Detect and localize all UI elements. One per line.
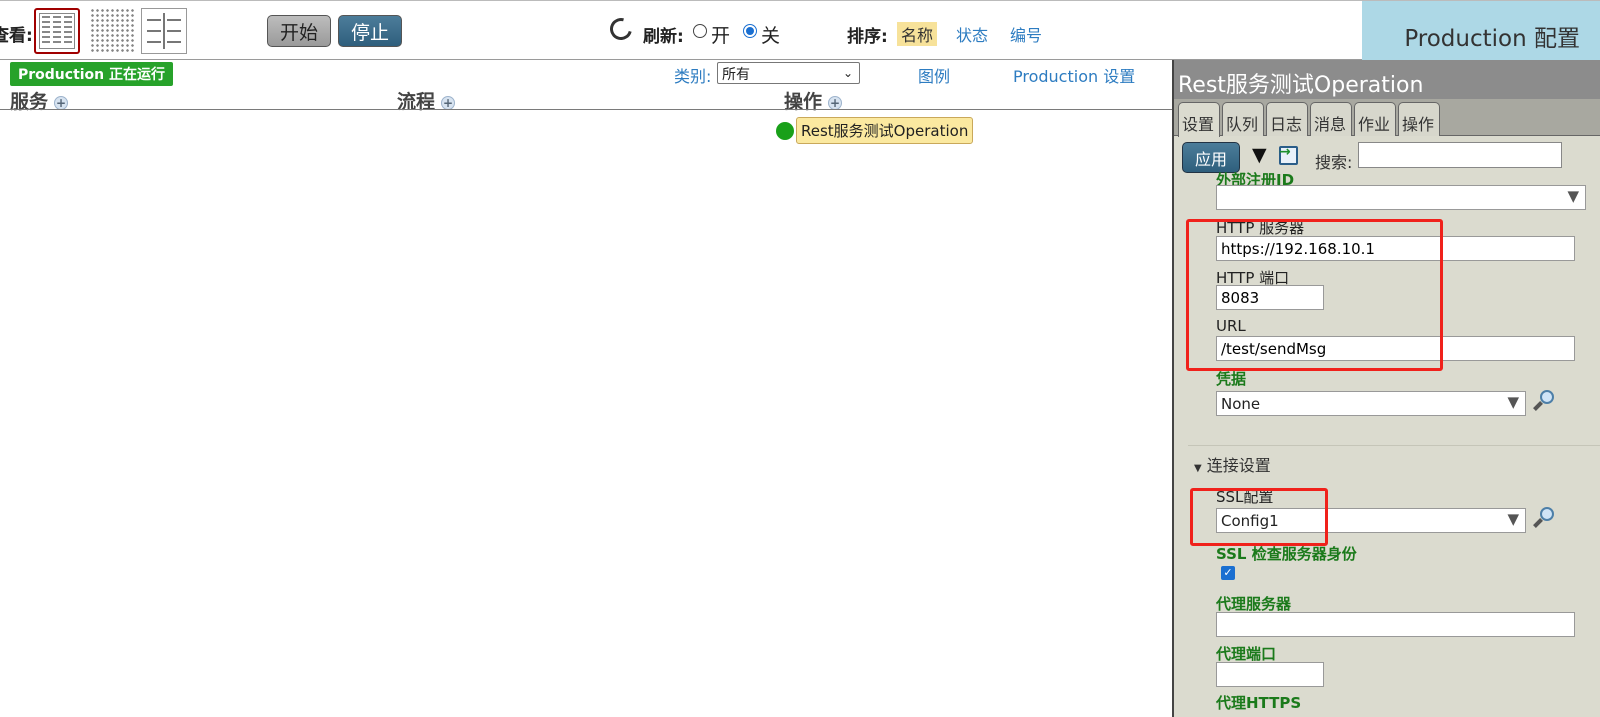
- refresh-icon[interactable]: [605, 13, 637, 45]
- category-label: 类别:: [674, 67, 712, 86]
- add-operation-icon[interactable]: +: [828, 95, 843, 110]
- http-server-input[interactable]: [1216, 236, 1575, 261]
- panel-title: Rest服务测试Operation: [1174, 60, 1600, 99]
- category-select-value: 所有: [722, 67, 750, 83]
- http-port-input[interactable]: [1216, 285, 1324, 310]
- credentials-value: None: [1221, 395, 1261, 413]
- proxy-server-label: 代理服务器: [1216, 595, 1292, 613]
- sort-by-status[interactable]: 状态: [956, 22, 988, 46]
- proxy-port-label: 代理端口: [1216, 645, 1277, 663]
- filter-arrow-icon[interactable]: ▼: [1252, 144, 1267, 166]
- credentials-search-icon[interactable]: [1532, 390, 1556, 414]
- add-service-icon[interactable]: +: [54, 95, 69, 110]
- view-grid-icon[interactable]: [90, 8, 136, 54]
- ssl-config-label: SSL配置: [1216, 488, 1274, 506]
- ssl-config-value: Config1: [1221, 512, 1279, 530]
- dropdown-arrow-icon: ▼: [1507, 510, 1519, 528]
- tab-messages[interactable]: 消息: [1310, 102, 1352, 136]
- operation-item-label[interactable]: Rest服务测试Operation: [796, 117, 974, 144]
- running-status-badge: Production 正在运行: [10, 62, 174, 86]
- tab-log[interactable]: 日志: [1266, 102, 1308, 136]
- url-label: URL: [1216, 317, 1246, 335]
- http-server-label: HTTP 服务器: [1216, 219, 1305, 237]
- panel-tabs: 设置 队列 日志 消息 作业 操作: [1174, 99, 1600, 137]
- add-process-icon[interactable]: +: [441, 95, 456, 110]
- production-config-header: Production 配置: [1362, 1, 1600, 61]
- url-input[interactable]: [1216, 336, 1575, 361]
- external-registry-id-select[interactable]: ▼: [1216, 185, 1586, 210]
- settings-panel: Rest服务测试Operation 设置 队列 日志 消息 作业 操作 应用 ▼…: [1172, 60, 1600, 717]
- tab-actions[interactable]: 操作: [1398, 102, 1440, 136]
- credentials-label: 凭据: [1216, 370, 1247, 388]
- tab-settings[interactable]: 设置: [1178, 102, 1220, 137]
- refresh-off-label[interactable]: 关: [761, 21, 780, 48]
- sort-by-name[interactable]: 名称: [897, 22, 938, 46]
- ssl-verify-server-label: SSL 检查服务器身份: [1216, 545, 1357, 563]
- refresh-label: 刷新:: [643, 27, 684, 47]
- operation-item[interactable]: Rest服务测试Operation: [776, 117, 974, 144]
- ssl-verify-server-checkbox[interactable]: ✓: [1221, 566, 1235, 580]
- export-icon[interactable]: [1279, 144, 1298, 165]
- search-input[interactable]: [1358, 142, 1562, 168]
- dropdown-arrow-icon: ▼: [1507, 393, 1519, 411]
- collapse-triangle-icon: ▼: [1194, 463, 1202, 474]
- connection-settings-section[interactable]: ▼ 连接设置: [1194, 452, 1271, 476]
- search-label: 搜索:: [1315, 153, 1353, 172]
- proxy-port-input[interactable]: [1216, 662, 1324, 687]
- start-button[interactable]: 开始: [267, 15, 331, 47]
- proxy-https-label: 代理HTTPS: [1216, 694, 1302, 712]
- sort-label: 排序:: [847, 27, 888, 47]
- header-divider: [0, 109, 1172, 110]
- tab-jobs[interactable]: 作业: [1354, 102, 1396, 136]
- ssl-config-select[interactable]: Config1 ▼: [1216, 508, 1526, 533]
- legend-link[interactable]: 图例: [918, 63, 950, 87]
- dropdown-arrow-icon: ▼: [1567, 187, 1579, 205]
- proxy-server-input[interactable]: [1216, 612, 1575, 637]
- refresh-on-radio[interactable]: [693, 24, 707, 38]
- view-tree-icon[interactable]: [141, 8, 187, 54]
- view-columns-icon[interactable]: [34, 8, 80, 54]
- connection-settings-label: 连接设置: [1206, 456, 1271, 475]
- refresh-off-radio[interactable]: [743, 24, 757, 38]
- stop-button[interactable]: 停止: [338, 15, 402, 47]
- credentials-select[interactable]: None ▼: [1216, 391, 1526, 416]
- view-label: 查看:: [0, 26, 33, 46]
- tab-queue[interactable]: 队列: [1222, 102, 1264, 136]
- status-dot-icon: [776, 121, 794, 140]
- chevron-down-icon: ⌄: [842, 66, 853, 80]
- sort-by-number[interactable]: 编号: [1010, 22, 1042, 46]
- top-toolbar: 查看: 开始 停止 刷新: 开 关 排序: 名称 状态 编号 Productio…: [0, 0, 1600, 61]
- refresh-on-label[interactable]: 开: [711, 21, 730, 48]
- production-settings-link[interactable]: Production 设置: [1013, 63, 1135, 87]
- section-divider: [1188, 445, 1600, 446]
- category-select[interactable]: 所有 ⌄: [717, 62, 860, 84]
- ssl-config-search-icon[interactable]: [1532, 507, 1556, 531]
